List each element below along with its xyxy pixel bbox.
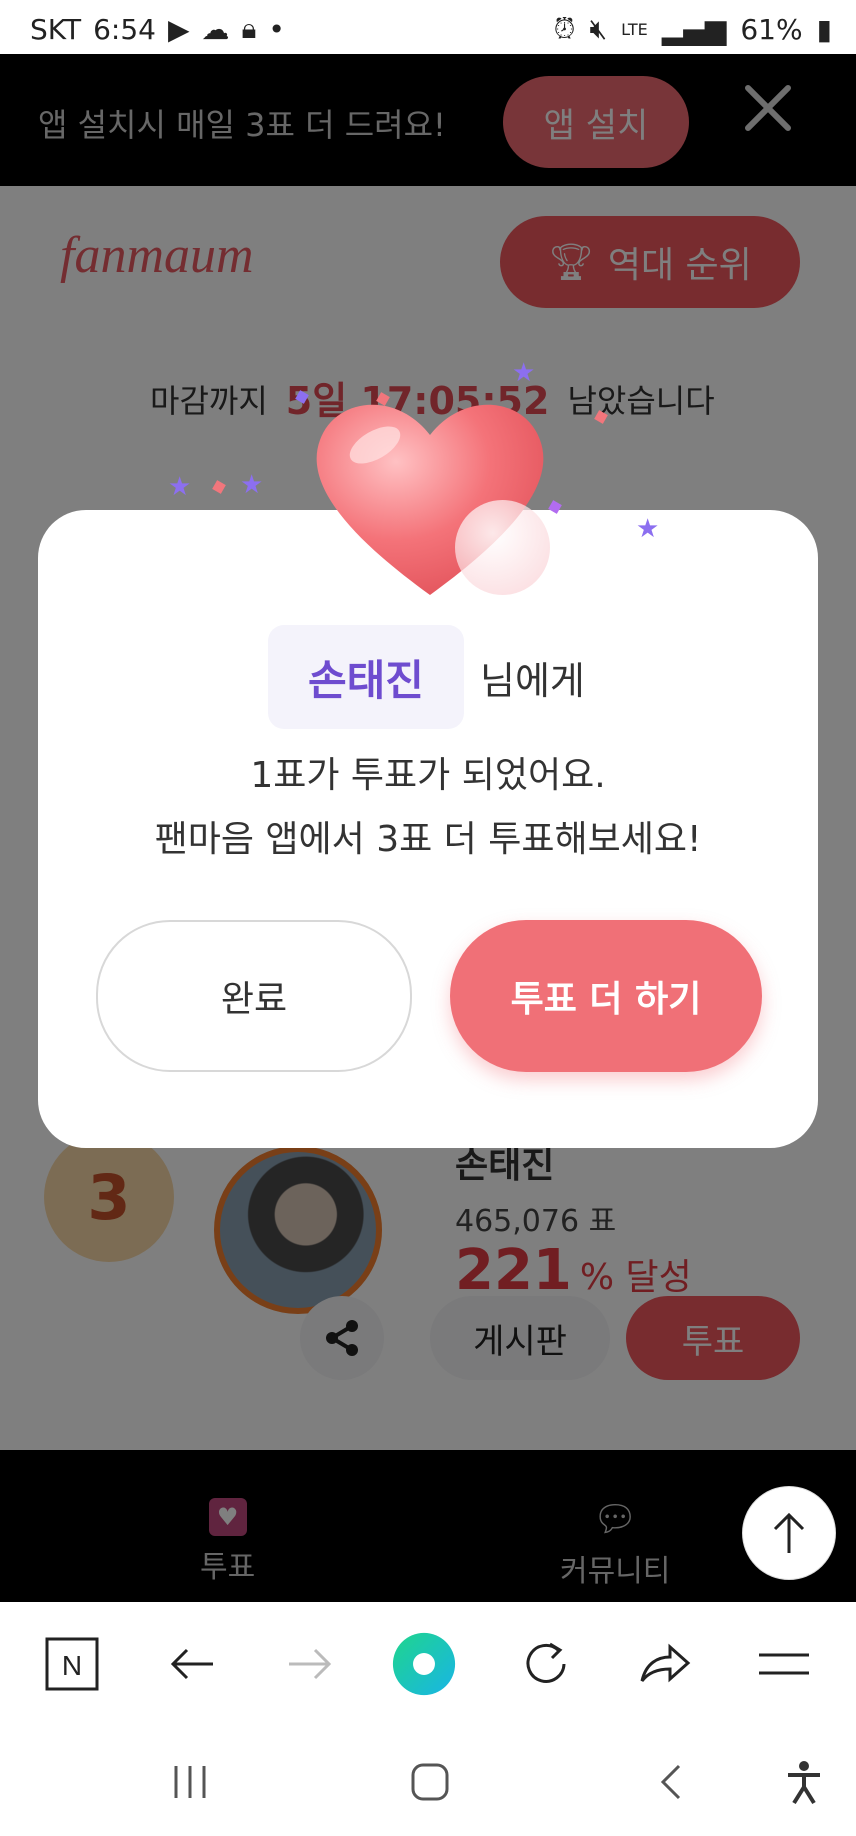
lock-icon: 🔒︎	[241, 12, 257, 45]
cloud-icon: ☁	[201, 12, 230, 46]
home-circle-icon[interactable]	[392, 1632, 456, 1696]
battery-icon: ▮	[816, 12, 832, 46]
svg-text:N: N	[62, 1650, 82, 1681]
sparkle-icon: ★	[636, 514, 660, 544]
back-nav-icon[interactable]	[640, 1752, 700, 1812]
dialog-message-line2: 팬마음 앱에서 3표 더 투표해보세요!	[154, 819, 702, 860]
sparkle-icon: ★	[240, 470, 264, 500]
system-nav-bar	[0, 1726, 856, 1836]
scroll-top-button[interactable]	[742, 1486, 836, 1580]
home-icon[interactable]	[400, 1752, 460, 1812]
done-button[interactable]: 완료	[96, 920, 412, 1072]
network-label: LTE	[621, 19, 648, 39]
arrow-up-icon	[773, 1512, 805, 1553]
dot-icon: •	[268, 12, 285, 46]
vote-more-button[interactable]: 투표 더 하기	[450, 920, 762, 1072]
carrier-label: SKT	[30, 12, 82, 46]
back-icon[interactable]	[160, 1632, 224, 1696]
accessibility-icon[interactable]	[774, 1752, 834, 1812]
forward-icon[interactable]	[278, 1632, 342, 1696]
recent-apps-icon[interactable]	[160, 1752, 220, 1812]
sparkle-icon: ★	[168, 472, 192, 502]
dialog-message-line1: 1표가 투표가 되었어요.	[250, 755, 606, 796]
recipient-row: 손태진 님에게	[268, 625, 585, 729]
alarm-icon: ⏰︎	[553, 12, 576, 45]
sparkle-icon: ★	[512, 358, 536, 388]
menu-icon[interactable]	[752, 1632, 816, 1696]
signal-icon: ▂▄▆	[661, 12, 727, 46]
battery-label: 61%	[740, 12, 803, 46]
recipient-name: 손태진	[268, 625, 464, 729]
recipient-suffix: 님에게	[480, 658, 585, 703]
mute-icon: 🔇︎	[589, 12, 608, 45]
naver-icon[interactable]: N	[40, 1632, 104, 1696]
clock: 6:54	[93, 12, 156, 46]
browser-toolbar: N	[0, 1602, 856, 1726]
bubble-decoration	[455, 500, 550, 595]
status-bar: SKT 6:54 ▶ ☁ 🔒︎ • ⏰︎ 🔇︎ LTE ▂▄▆ 61% ▮	[0, 0, 856, 54]
play-icon: ▶	[167, 12, 190, 46]
refresh-icon[interactable]	[514, 1632, 578, 1696]
share-arrow-icon[interactable]	[632, 1632, 696, 1696]
